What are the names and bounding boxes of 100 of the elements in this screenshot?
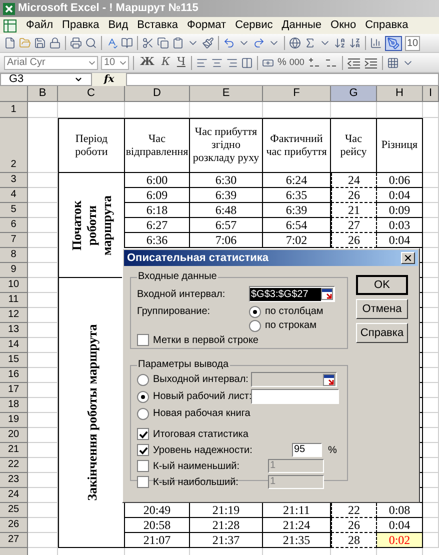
- font-field[interactable]: Arial Cyr: [4, 56, 98, 70]
- dialog-button[interactable]: Справка: [356, 323, 408, 343]
- row-number[interactable]: 27: [0, 533, 28, 548]
- radio-button[interactable]: [137, 374, 149, 386]
- sort-descending-icon[interactable]: [349, 37, 361, 49]
- scissors-icon[interactable]: [142, 37, 154, 49]
- chart-icon[interactable]: [370, 37, 382, 49]
- sigma-icon[interactable]: [304, 37, 316, 49]
- row-number[interactable]: 7: [0, 233, 28, 248]
- align-center-icon[interactable]: [211, 56, 224, 68]
- row-number[interactable]: 4: [0, 188, 28, 203]
- menu-item[interactable]: Вставка: [137, 17, 178, 34]
- radio-button[interactable]: [137, 408, 149, 420]
- increase-indent-icon[interactable]: [364, 56, 378, 70]
- font-style-button[interactable]: Ж: [138, 54, 156, 71]
- column-header[interactable]: B: [28, 86, 58, 102]
- sheet-name-field[interactable]: [251, 389, 339, 404]
- column-header[interactable]: I: [423, 86, 439, 102]
- menu-item[interactable]: Окно: [330, 17, 356, 34]
- sort-ascending-icon[interactable]: [334, 37, 346, 49]
- align-left-icon[interactable]: [196, 56, 208, 68]
- row-header[interactable]: [0, 548, 28, 555]
- row-number[interactable]: 19: [0, 413, 28, 428]
- select-all-corner[interactable]: [0, 86, 28, 102]
- row-number[interactable]: 9: [0, 263, 28, 278]
- undo-icon[interactable]: [223, 37, 235, 49]
- zoom-field[interactable]: 10: [405, 36, 420, 50]
- row-number[interactable]: 1: [0, 102, 28, 118]
- formula-field[interactable]: [126, 73, 439, 86]
- column-header[interactable]: D: [125, 86, 190, 102]
- output-range-field[interactable]: [251, 372, 337, 387]
- menu-item[interactable]: Файл: [26, 17, 54, 34]
- new-file-icon[interactable]: [4, 37, 16, 49]
- row-number[interactable]: 26: [0, 518, 28, 533]
- redo-icon[interactable]: [253, 37, 265, 49]
- menu-item[interactable]: Вид: [108, 17, 128, 34]
- menu-item[interactable]: Данные: [282, 17, 322, 34]
- increase-decimal-icon[interactable]: [307, 56, 322, 70]
- dialog-button[interactable]: OK: [356, 275, 408, 295]
- column-header[interactable]: C: [58, 86, 125, 102]
- decrease-indent-icon[interactable]: [347, 56, 362, 70]
- book-icon[interactable]: [121, 37, 133, 49]
- checkbox[interactable]: [137, 476, 149, 488]
- column-header[interactable]: H: [377, 86, 423, 102]
- merge-cells-icon[interactable]: [241, 56, 254, 68]
- radio-button[interactable]: [137, 390, 149, 402]
- input-range-field[interactable]: $G$3:$G$27: [249, 286, 335, 302]
- column-header[interactable]: G: [331, 86, 377, 102]
- checkbox[interactable]: [137, 460, 149, 472]
- drawing-toggle-button[interactable]: [385, 36, 402, 50]
- checkbox[interactable]: [137, 428, 149, 440]
- column-header[interactable]: F: [263, 86, 331, 102]
- spell-check-icon[interactable]: [106, 37, 118, 49]
- align-right-icon[interactable]: [226, 56, 238, 68]
- row-number[interactable]: 12: [0, 308, 28, 323]
- range-picker-icon[interactable]: [323, 374, 335, 386]
- copy-icon[interactable]: [157, 37, 169, 49]
- spreadsheet-logo-icon[interactable]: [3, 18, 17, 32]
- row-number[interactable]: 2: [0, 118, 28, 173]
- row-number[interactable]: 6: [0, 218, 28, 233]
- paintbrush-icon[interactable]: [202, 37, 214, 49]
- row-number[interactable]: 25: [0, 503, 28, 518]
- radio-button[interactable]: [249, 320, 261, 332]
- menu-item[interactable]: Формат: [187, 17, 226, 34]
- menu-item[interactable]: Сервис: [235, 17, 273, 34]
- menu-item[interactable]: Правка: [62, 17, 100, 34]
- row-number[interactable]: 17: [0, 383, 28, 398]
- row-number[interactable]: 21: [0, 443, 28, 458]
- borders-icon[interactable]: [387, 56, 400, 68]
- row-number[interactable]: 11: [0, 293, 28, 308]
- row-number[interactable]: 18: [0, 398, 28, 413]
- save-icon[interactable]: [34, 37, 46, 49]
- radio-button[interactable]: [249, 306, 261, 318]
- column-header[interactable]: E: [190, 86, 263, 102]
- lock-icon[interactable]: [49, 37, 61, 49]
- number-field[interactable]: 95: [292, 443, 322, 457]
- row-number[interactable]: 24: [0, 488, 28, 503]
- font-style-button[interactable]: К: [159, 54, 172, 71]
- row-number[interactable]: 15: [0, 353, 28, 368]
- percent-button[interactable]: %: [277, 55, 286, 70]
- search-icon[interactable]: [85, 37, 97, 49]
- row-number[interactable]: 22: [0, 458, 28, 473]
- row-number[interactable]: 23: [0, 473, 28, 488]
- checkbox[interactable]: [137, 444, 149, 456]
- font-style-button[interactable]: Ч: [174, 54, 188, 71]
- globe-icon[interactable]: [289, 37, 301, 49]
- row-number[interactable]: 10: [0, 278, 28, 293]
- name-box[interactable]: G3: [0, 73, 92, 86]
- printer-icon[interactable]: [70, 37, 82, 49]
- row-number[interactable]: 16: [0, 368, 28, 383]
- row-number[interactable]: 14: [0, 338, 28, 353]
- clipboard-icon[interactable]: [172, 37, 184, 49]
- row-number[interactable]: 20: [0, 428, 28, 443]
- function-button[interactable]: fx: [92, 72, 126, 87]
- row-number[interactable]: 13: [0, 323, 28, 338]
- checkbox[interactable]: [137, 334, 149, 346]
- row-number[interactable]: 3: [0, 173, 28, 188]
- row-number[interactable]: 8: [0, 248, 28, 263]
- range-picker-icon[interactable]: [321, 288, 333, 300]
- banknote-icon[interactable]: [262, 56, 274, 68]
